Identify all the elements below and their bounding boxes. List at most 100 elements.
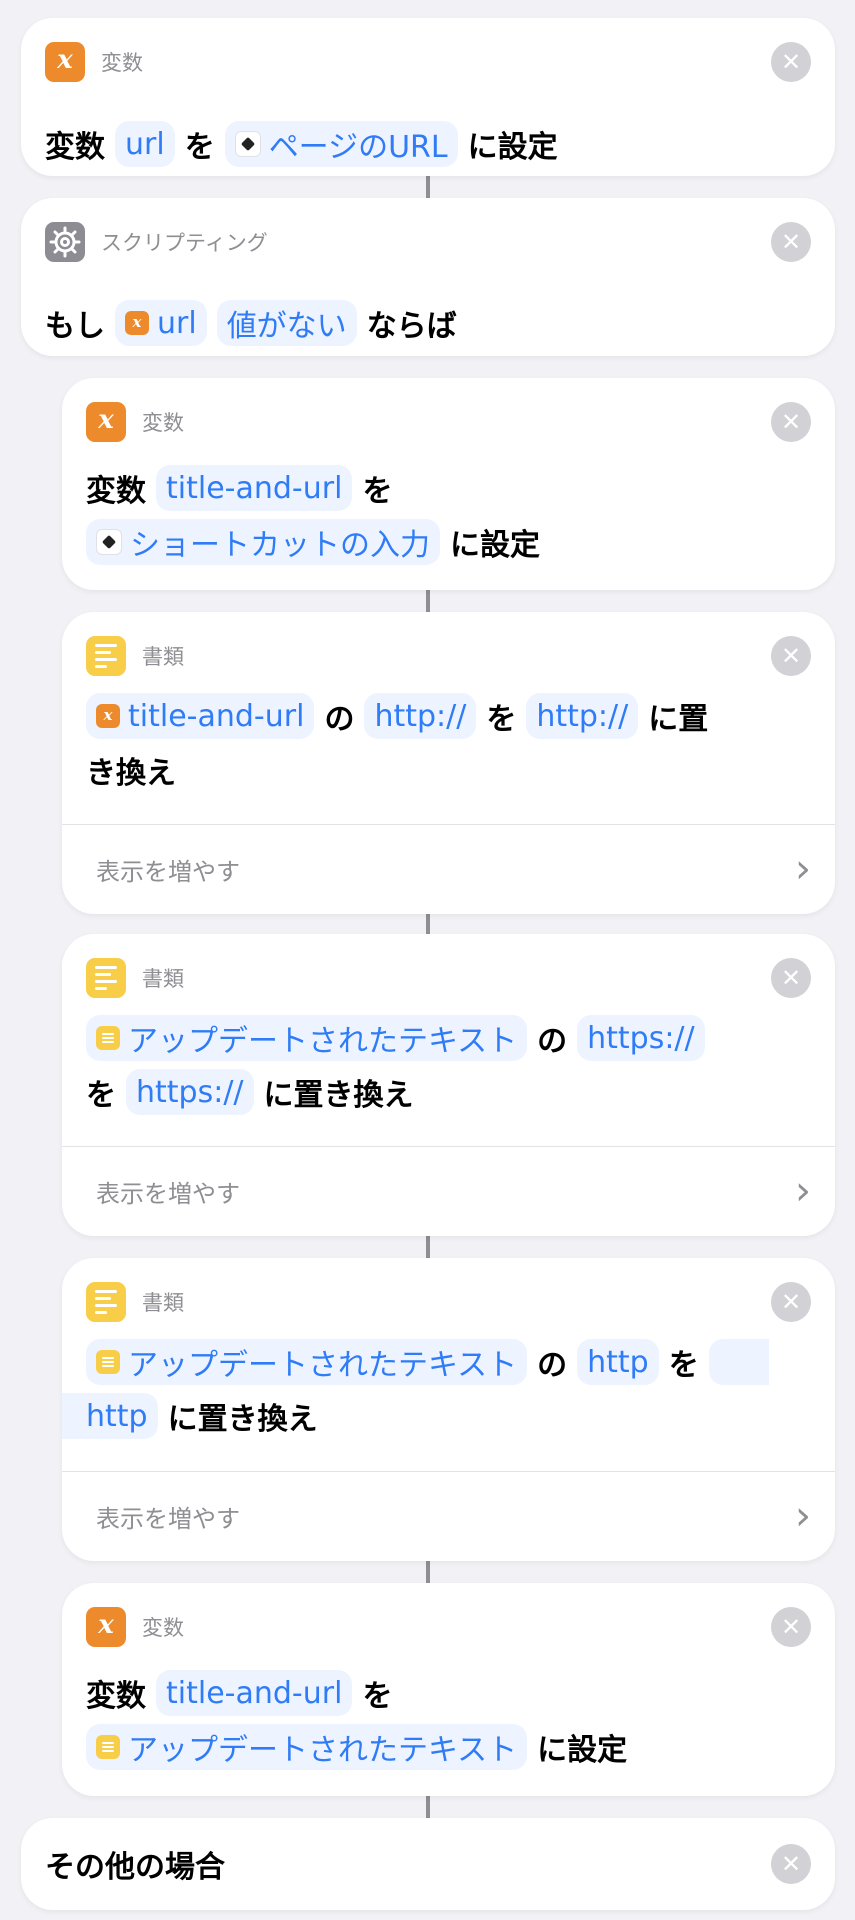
variable-icon: x [86, 1607, 126, 1647]
close-icon: ✕ [780, 228, 802, 256]
action-text: を [362, 474, 393, 509]
action-header: 書類 [86, 958, 184, 998]
token-label: アップデートされたテキスト [128, 1348, 518, 1383]
action-card-otherwise[interactable]: ✕ その他の場合 [21, 1818, 835, 1910]
flow-connector [426, 176, 430, 198]
token-label: http:// [536, 698, 629, 734]
otherwise-label: その他の場合 [45, 1850, 225, 1885]
flow-connector [426, 1796, 430, 1818]
document-icon [86, 636, 126, 676]
chevron-right-icon: › [795, 1168, 811, 1214]
close-icon: ✕ [780, 1613, 802, 1641]
variable-name-token[interactable]: url [115, 121, 175, 167]
token-label: url [157, 305, 197, 341]
replace-text-token-start[interactable] [708, 1339, 769, 1385]
find-text-token[interactable]: https:// [577, 1015, 705, 1061]
delete-action-button[interactable]: ✕ [771, 222, 811, 262]
document-icon [96, 1026, 120, 1050]
action-header: スクリプティング [45, 222, 268, 262]
action-text: に置 [648, 702, 709, 737]
token-label: アップデートされたテキスト [128, 1024, 518, 1059]
updated-text-token[interactable]: アップデートされたテキスト [86, 1724, 528, 1770]
flow-connector [426, 1561, 430, 1583]
show-more-row[interactable]: 表示を増やす › [96, 1471, 811, 1561]
token-label: http [587, 1344, 649, 1380]
variable-icon: x [96, 704, 120, 728]
close-icon: ✕ [780, 1288, 802, 1316]
gear-icon [45, 222, 85, 262]
action-text: ならば [366, 309, 457, 344]
action-text: 変数 [45, 130, 105, 165]
action-text: 変数 [86, 474, 146, 509]
delete-action-button[interactable]: ✕ [771, 402, 811, 442]
show-more-label: 表示を増やす [96, 1179, 240, 1208]
action-text: に設定 [537, 1733, 628, 1768]
action-text: を [486, 702, 517, 737]
show-more-row[interactable]: 表示を増やす › [96, 1146, 811, 1236]
find-text-token[interactable]: http:// [364, 693, 477, 739]
token-label: http [86, 1398, 148, 1434]
replace-text-token[interactable]: http:// [526, 693, 639, 739]
delete-action-button[interactable]: ✕ [771, 636, 811, 676]
action-card-replace-text-2[interactable]: 書類 ✕ アップデートされたテキスト の https:// を https://… [62, 934, 835, 1236]
shortcut-input-icon [96, 529, 122, 555]
action-card-replace-text-3[interactable]: 書類 ✕ アップデートされたテキスト の http を http に置き換え 表… [62, 1258, 835, 1561]
action-category: 書類 [142, 967, 184, 991]
action-body: 変数 url を ページのURL に設定 [45, 117, 811, 171]
close-icon: ✕ [780, 964, 802, 992]
flow-connector [426, 914, 430, 934]
variable-name-token[interactable]: title-and-url [156, 1670, 353, 1716]
action-category: 書類 [142, 1291, 184, 1315]
delete-action-button[interactable]: ✕ [771, 1282, 811, 1322]
action-text: を [362, 1679, 393, 1714]
action-header: x 変数 [45, 42, 143, 82]
action-card-set-variable-title-and-url[interactable]: x 変数 ✕ 変数 title-and-url を ショートカットの入力 に設定 [62, 378, 835, 590]
action-text: き換え [86, 756, 176, 791]
token-label: 値がない [226, 309, 347, 344]
action-card-set-variable-url[interactable]: x 変数 ✕ 変数 url を ページのURL に設定 [21, 18, 835, 176]
action-text: を [668, 1348, 699, 1383]
action-text: に設定 [450, 528, 540, 563]
updated-text-token[interactable]: アップデートされたテキスト [86, 1015, 528, 1061]
action-body: x title-and-url の http:// を http:// に置 き換… [86, 689, 811, 797]
action-text: の [537, 1024, 568, 1059]
token-label: アップデートされたテキスト [128, 1733, 518, 1768]
page-url-token[interactable]: ページのURL [224, 121, 458, 167]
token-label: title-and-url [128, 698, 305, 734]
replace-text-token[interactable]: http [62, 1393, 158, 1439]
token-label: title-and-url [166, 470, 343, 506]
action-card-set-variable-updated-text[interactable]: x 変数 ✕ 変数 title-and-url を アップデートされたテキスト … [62, 1583, 835, 1796]
shortcut-input-token[interactable]: ショートカットの入力 [86, 519, 440, 565]
action-header: 書類 [86, 636, 184, 676]
chevron-right-icon: › [795, 846, 811, 892]
action-body: アップデートされたテキスト の http を http に置き換え [62, 1335, 835, 1443]
find-text-token[interactable]: http [577, 1339, 659, 1385]
variable-token[interactable]: x url [115, 300, 207, 346]
updated-text-token[interactable]: アップデートされたテキスト [86, 1339, 528, 1385]
token-label: http:// [374, 698, 467, 734]
action-text: の [324, 702, 355, 737]
action-category: 変数 [142, 411, 184, 435]
token-label: https:// [587, 1020, 695, 1056]
delete-action-button[interactable]: ✕ [771, 958, 811, 998]
variable-name-token[interactable]: title-and-url [156, 465, 353, 511]
variable-token[interactable]: x title-and-url [86, 693, 315, 739]
show-more-row[interactable]: 表示を増やす › [96, 824, 811, 914]
condition-token[interactable]: 値がない [216, 300, 357, 346]
action-text: を [86, 1078, 116, 1113]
close-icon: ✕ [780, 48, 802, 76]
token-label: ページのURL [268, 130, 448, 165]
action-card-if[interactable]: スクリプティング ✕ もし x url 値がない ならば [21, 198, 835, 356]
close-icon: ✕ [780, 408, 802, 436]
document-icon [86, 1282, 126, 1322]
delete-action-button[interactable]: ✕ [771, 1607, 811, 1647]
action-text: に設定 [467, 130, 558, 165]
chevron-right-icon: › [795, 1493, 811, 1539]
close-icon: ✕ [780, 642, 802, 670]
delete-action-button[interactable]: ✕ [771, 42, 811, 82]
variable-icon: x [86, 402, 126, 442]
action-body: もし x url 値がない ならば [45, 296, 811, 350]
replace-text-token[interactable]: https:// [126, 1069, 254, 1115]
action-text: を [184, 130, 215, 165]
action-card-replace-text-1[interactable]: 書類 ✕ x title-and-url の http:// を http:// … [62, 612, 835, 914]
